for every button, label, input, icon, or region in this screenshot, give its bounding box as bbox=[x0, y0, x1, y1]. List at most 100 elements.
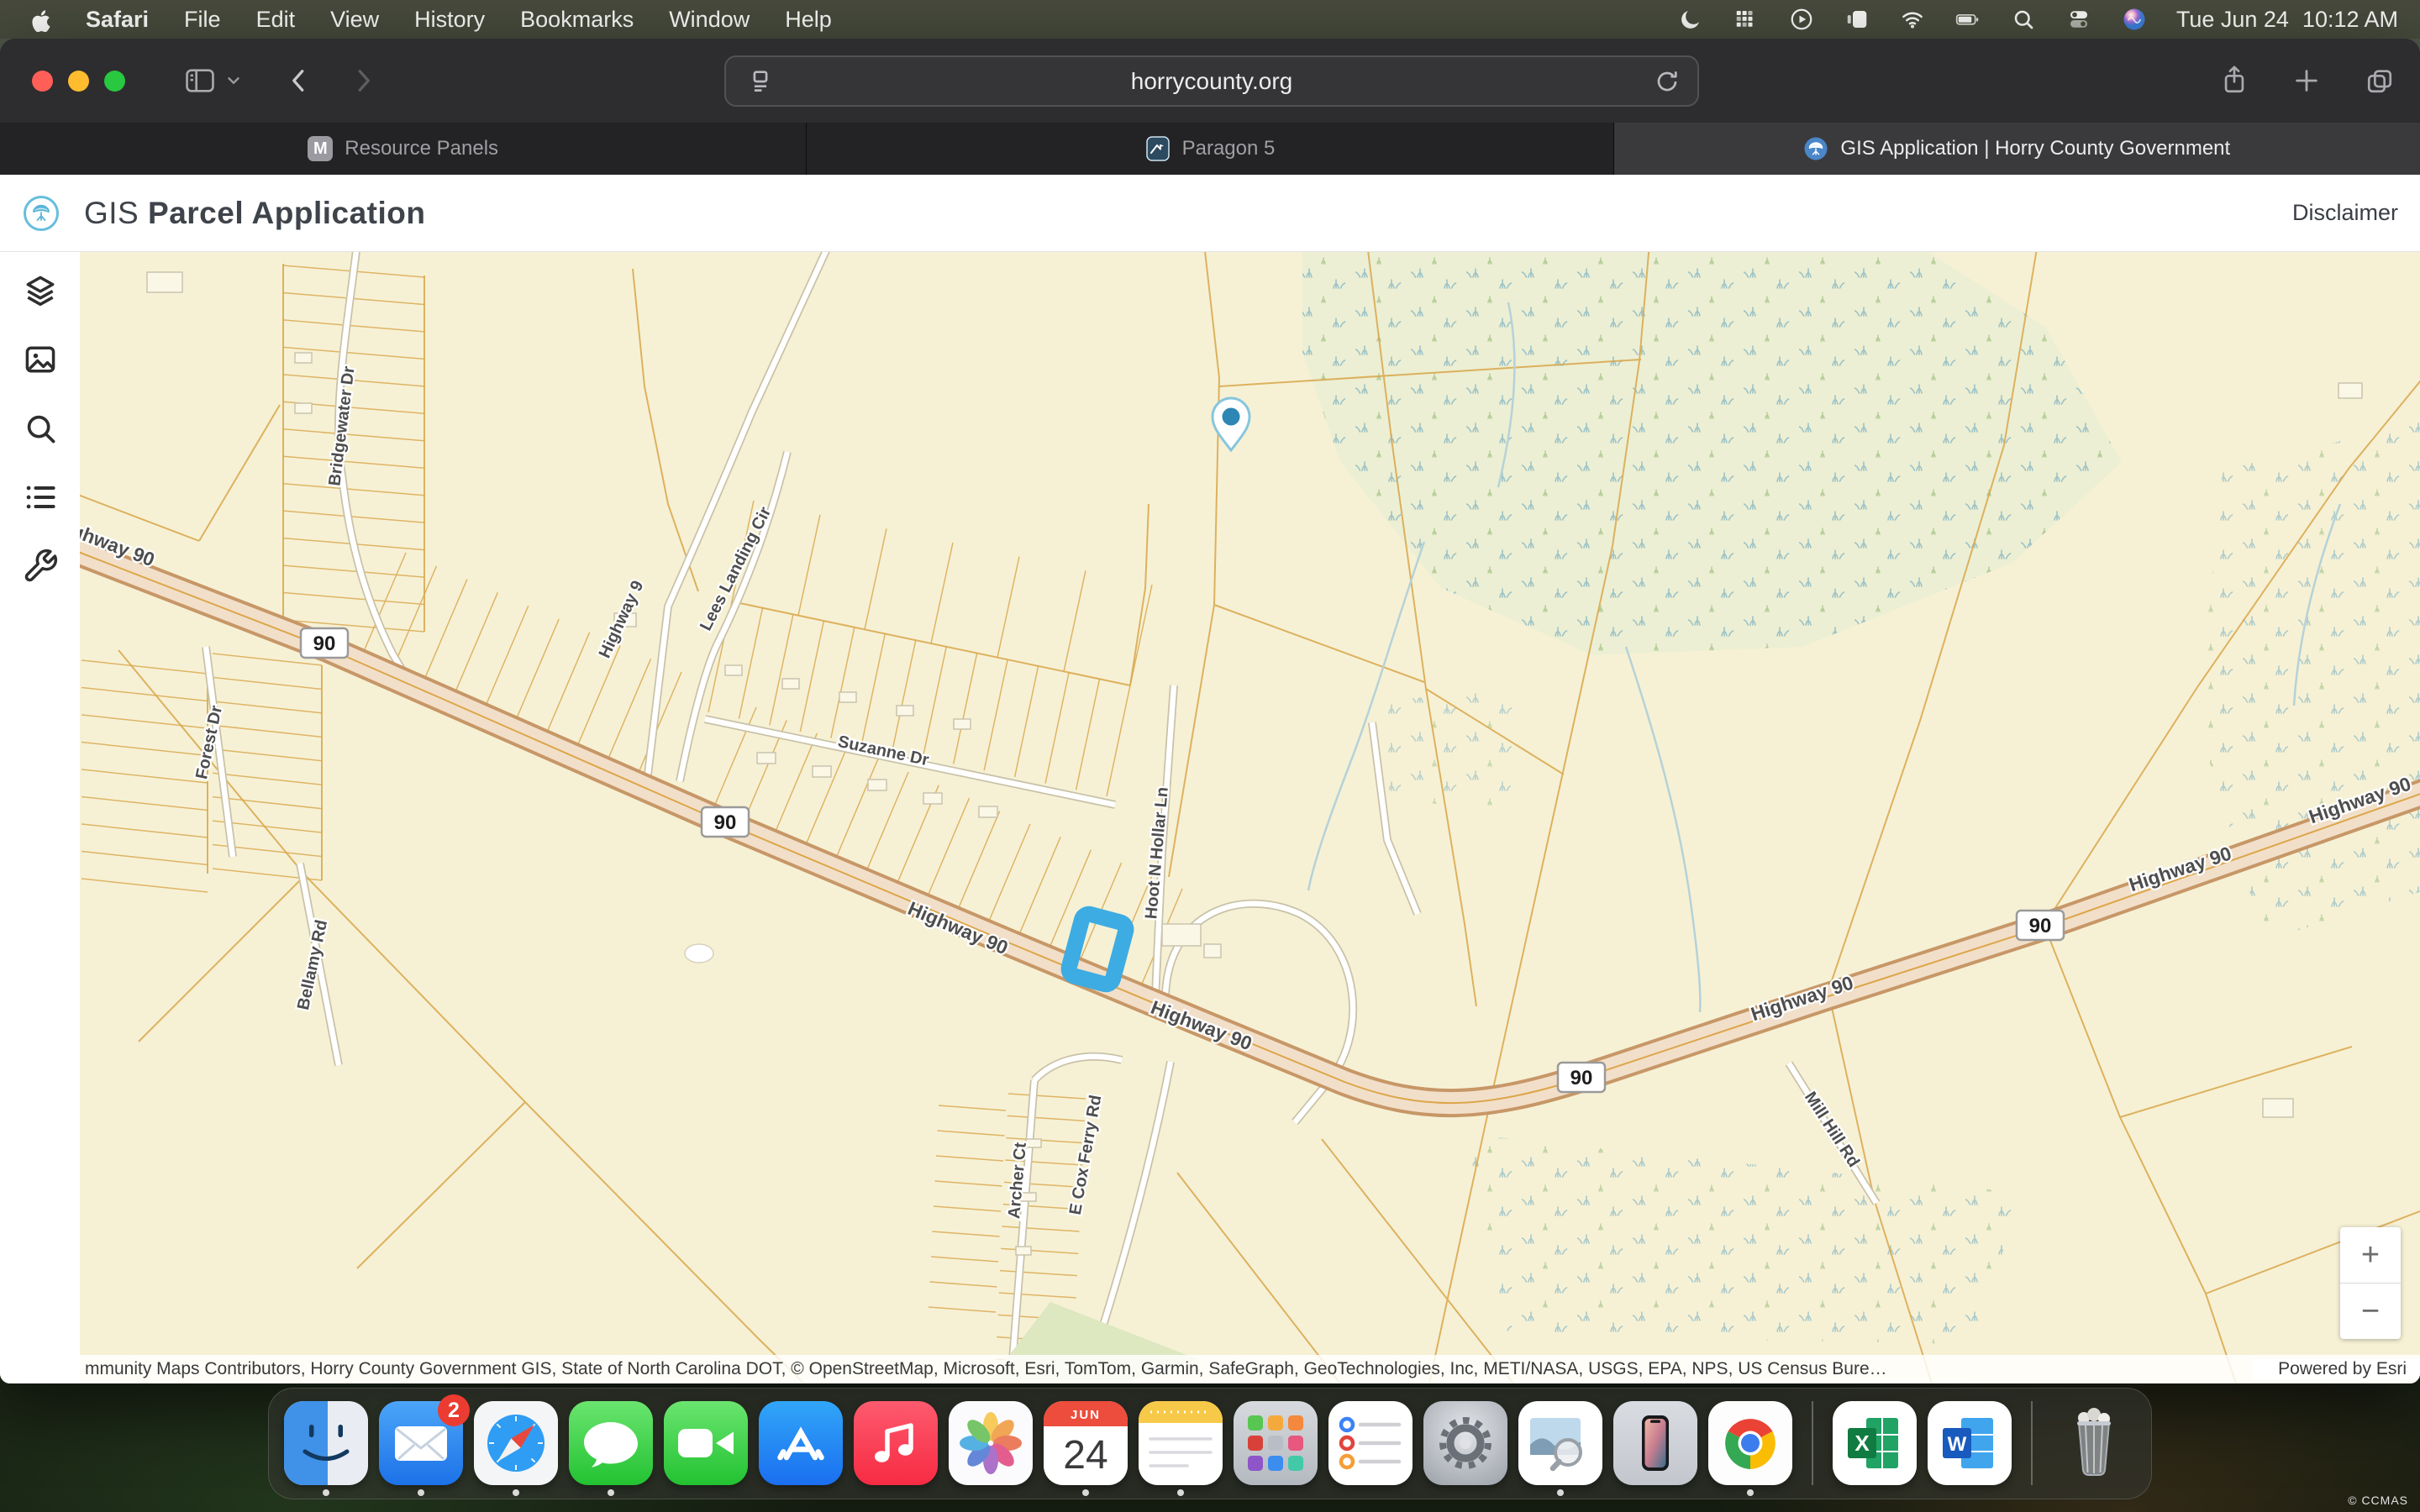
tab-3[interactable]: GIS Application | Horry County Governmen… bbox=[1614, 123, 2420, 175]
svg-text:X: X bbox=[1854, 1431, 1870, 1456]
svg-text:90: 90 bbox=[313, 633, 336, 655]
keyboard-grid-icon[interactable] bbox=[1733, 6, 1760, 33]
menu-item-bookmarks[interactable]: Bookmarks bbox=[520, 7, 634, 33]
tab-1[interactable]: M Resource Panels bbox=[0, 123, 807, 175]
tool-search-icon[interactable] bbox=[21, 409, 60, 448]
tab-overview-icon[interactable] bbox=[2365, 66, 2395, 95]
running-indicator-dot bbox=[418, 1489, 424, 1496]
safari-window: horrycounty.org M Resource Panels Paragon … bbox=[0, 39, 2420, 1383]
url-text: horrycounty.org bbox=[1131, 68, 1292, 95]
new-tab-icon[interactable] bbox=[2292, 66, 2321, 95]
sidebar-toggle-icon[interactable] bbox=[184, 66, 216, 95]
page-settings-icon[interactable] bbox=[746, 67, 775, 96]
svg-text:90: 90 bbox=[714, 811, 737, 834]
fullscreen-window-button[interactable] bbox=[104, 71, 125, 92]
chevron-down-icon[interactable] bbox=[224, 71, 243, 90]
tool-tools-wrench-icon[interactable] bbox=[21, 547, 60, 585]
running-indicator-dot bbox=[1747, 1489, 1754, 1496]
zoom-out-button[interactable]: − bbox=[2340, 1284, 2401, 1339]
control-center-icon[interactable] bbox=[2065, 6, 2092, 33]
dock-item-preview-icon[interactable] bbox=[1518, 1401, 1602, 1485]
dock-item-appstore-icon[interactable] bbox=[759, 1401, 843, 1485]
menu-status-area: Tue Jun 24 10:12 AM bbox=[1677, 6, 2420, 33]
menu-item-history[interactable]: History bbox=[414, 7, 485, 33]
svg-text:90: 90 bbox=[2029, 915, 2052, 937]
minimize-window-button[interactable] bbox=[68, 71, 89, 92]
notification-badge: 2 bbox=[438, 1394, 470, 1426]
highway-shield: 90 bbox=[702, 807, 749, 837]
tab-label: Resource Panels bbox=[345, 137, 498, 160]
tab-bar: M Resource Panels Paragon 5 GIS Application… bbox=[0, 123, 2420, 175]
apple-menu-icon[interactable] bbox=[29, 7, 50, 32]
app-header: GIS Parcel Application Disclaimer bbox=[0, 175, 2420, 252]
svg-text:JUN: JUN bbox=[1071, 1408, 1101, 1422]
map-canvas[interactable]: Highway 90Highway 90Highway 90Highway 90… bbox=[80, 252, 2420, 1383]
dock: 2 JUN24 X W bbox=[268, 1388, 2152, 1499]
spotlight-search-icon[interactable] bbox=[2010, 6, 2037, 33]
running-indicator-dot bbox=[1557, 1489, 1564, 1496]
map-tool-sidebar bbox=[0, 252, 80, 1383]
close-window-button[interactable] bbox=[32, 71, 53, 92]
tool-basemap-image-icon[interactable] bbox=[21, 340, 60, 379]
menu-item-safari[interactable]: Safari bbox=[86, 7, 149, 33]
highway-shield: 90 bbox=[1558, 1063, 1605, 1092]
dock-item-trash-icon[interactable] bbox=[2052, 1401, 2136, 1485]
dock-item-finder-icon[interactable] bbox=[284, 1401, 368, 1485]
dock-item-safari-icon[interactable] bbox=[474, 1401, 558, 1485]
dock-item-chrome-icon[interactable] bbox=[1708, 1401, 1792, 1485]
wallpaper-credit: © CCMAS bbox=[2348, 1494, 2408, 1507]
attribution-text: mmunity Maps Contributors, Horry County … bbox=[80, 1359, 2253, 1379]
tab-2[interactable]: Paragon 5 bbox=[807, 123, 1613, 175]
dock-item-iphone-icon[interactable] bbox=[1613, 1401, 1697, 1485]
running-indicator-dot bbox=[513, 1489, 519, 1496]
tool-layers-icon[interactable] bbox=[21, 271, 60, 310]
zoom-in-button[interactable]: + bbox=[2340, 1227, 2401, 1283]
dock-item-settings-icon[interactable] bbox=[1423, 1401, 1507, 1485]
pond bbox=[685, 944, 713, 963]
menu-date: Tue Jun 24 bbox=[2176, 7, 2289, 33]
siri-icon[interactable] bbox=[2121, 6, 2148, 33]
dock-item-music-icon[interactable] bbox=[854, 1401, 938, 1485]
menu-item-edit[interactable]: Edit bbox=[256, 7, 296, 33]
toolbar-right-actions bbox=[2220, 39, 2395, 123]
back-button[interactable] bbox=[287, 65, 312, 97]
dock-item-launchpad-icon[interactable] bbox=[1234, 1401, 1318, 1485]
svg-text:90: 90 bbox=[1570, 1067, 1593, 1089]
page-title-regular: GIS bbox=[84, 196, 139, 230]
window-controls bbox=[0, 71, 125, 92]
forward-button[interactable] bbox=[350, 65, 376, 97]
browser-toolbar: horrycounty.org bbox=[0, 39, 2420, 123]
dock-item-notes-icon[interactable] bbox=[1139, 1401, 1223, 1485]
horry-tree-favicon-icon bbox=[1803, 136, 1828, 161]
dock-item-excel-icon[interactable]: X bbox=[1833, 1401, 1917, 1485]
powered-by-esri: Powered by Esri bbox=[2253, 1359, 2420, 1379]
dock-item-facetime-icon[interactable] bbox=[664, 1401, 748, 1485]
dock-item-reminders-icon[interactable] bbox=[1328, 1401, 1413, 1485]
dock-item-messages-icon[interactable] bbox=[569, 1401, 653, 1485]
highway-shield: 90 bbox=[301, 628, 348, 658]
wifi-icon[interactable] bbox=[1899, 6, 1926, 33]
menu-item-view[interactable]: View bbox=[330, 7, 379, 33]
running-indicator-dot bbox=[1177, 1489, 1184, 1496]
share-icon[interactable] bbox=[2220, 64, 2249, 97]
stage-manager-icon[interactable] bbox=[1844, 6, 1870, 33]
focus-moon-icon[interactable] bbox=[1677, 6, 1704, 33]
media-play-icon[interactable] bbox=[1788, 6, 1815, 33]
app-content: Highway 90Highway 90Highway 90Highway 90… bbox=[0, 252, 2420, 1383]
dock-item-calendar-icon[interactable]: JUN24 bbox=[1044, 1401, 1128, 1485]
dock-item-mail-icon[interactable]: 2 bbox=[379, 1401, 463, 1485]
reload-icon[interactable] bbox=[1654, 68, 1681, 95]
dock-item-photos-icon[interactable] bbox=[949, 1401, 1033, 1485]
address-bar[interactable]: horrycounty.org bbox=[724, 55, 1699, 107]
menu-item-window[interactable]: Window bbox=[669, 7, 750, 33]
tab-label: GIS Application | Horry County Governmen… bbox=[1840, 137, 2230, 160]
disclaimer-link[interactable]: Disclaimer bbox=[2292, 200, 2398, 226]
menu-item-help[interactable]: Help bbox=[785, 7, 832, 33]
dock-item-word-icon[interactable]: W bbox=[1928, 1401, 2012, 1485]
menu-item-file[interactable]: File bbox=[184, 7, 221, 33]
dock-separator bbox=[1812, 1401, 1813, 1485]
tool-list-icon[interactable] bbox=[21, 478, 60, 517]
menu-clock[interactable]: Tue Jun 24 10:12 AM bbox=[2176, 7, 2398, 33]
battery-icon[interactable] bbox=[1954, 6, 1981, 33]
m-letter-favicon-icon: M bbox=[308, 136, 333, 161]
